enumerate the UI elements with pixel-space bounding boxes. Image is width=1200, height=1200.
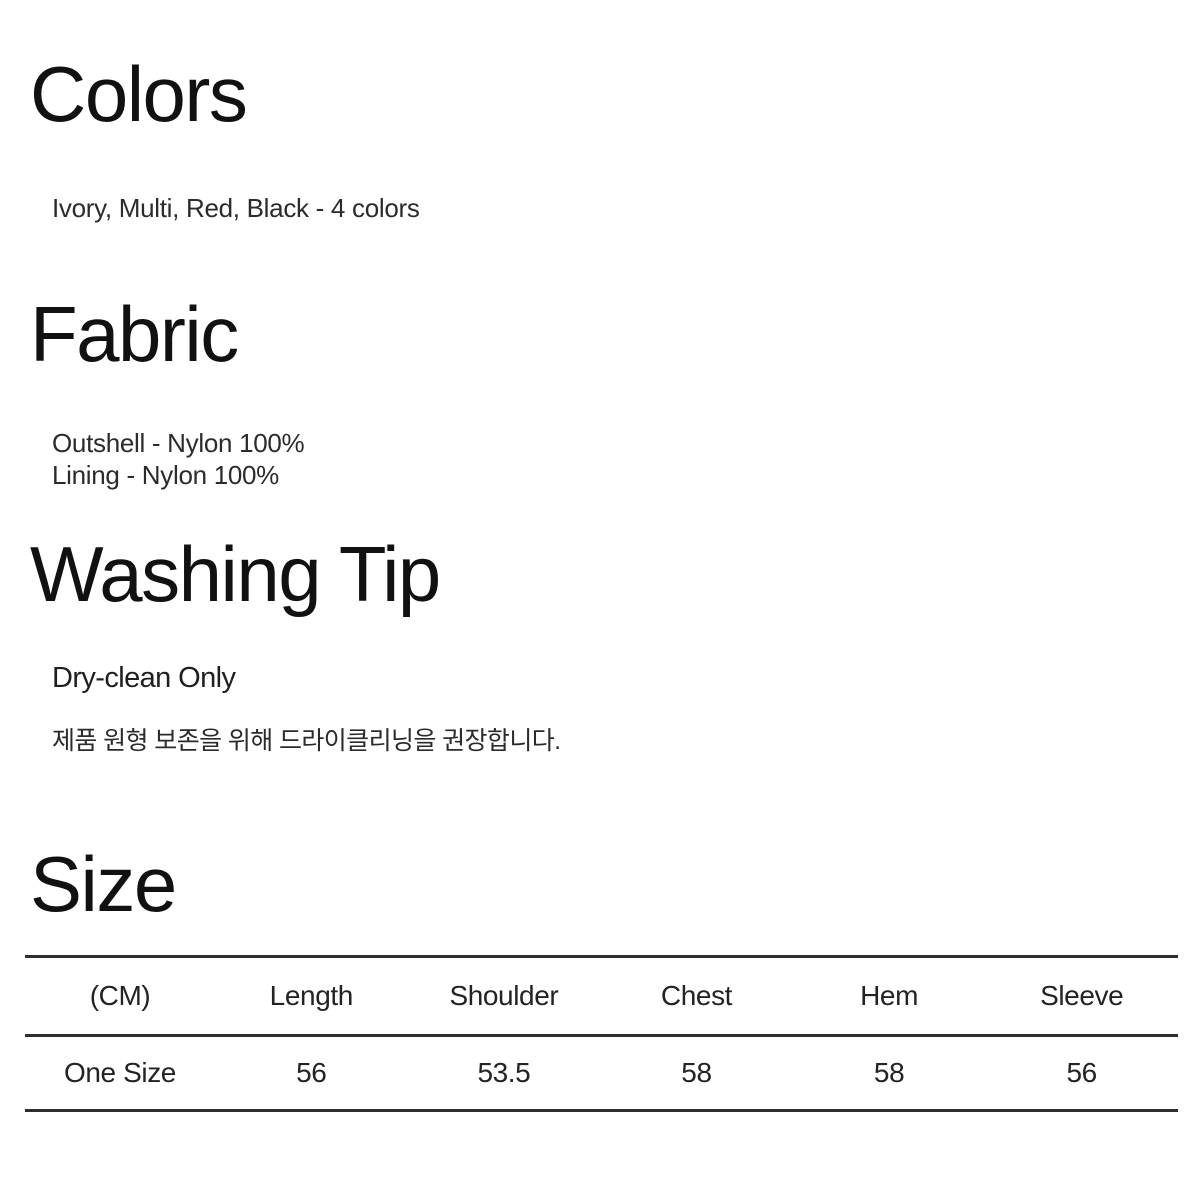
washing-instruction-text-korean: 제품 원형 보존을 위해 드라이클리닝을 권장합니다.	[52, 727, 561, 755]
size-table-container: (CM) Length Shoulder Chest Hem Sleeve On…	[25, 955, 1178, 1112]
column-header-unit: (CM)	[25, 955, 215, 1037]
cell-chest-value: 58	[600, 1035, 793, 1112]
column-header-sleeve: Sleeve	[985, 955, 1178, 1037]
fabric-lining-text: Lining - Nylon 100%	[52, 460, 279, 490]
cell-size-label: One Size	[25, 1035, 215, 1112]
column-header-hem: Hem	[792, 955, 986, 1037]
column-header-chest: Chest	[600, 955, 793, 1037]
table-row: One Size 56 53.5 58 58 56	[25, 1035, 1178, 1112]
product-detail-page: Colors Ivory, Multi, Red, Black - 4 colo…	[0, 0, 1200, 1200]
table-header-row: (CM) Length Shoulder Chest Hem Sleeve	[25, 955, 1178, 1037]
washing-instruction-text: Dry-clean Only	[52, 662, 236, 694]
cell-sleeve-value: 56	[985, 1035, 1178, 1112]
section-heading-colors: Colors	[30, 50, 248, 138]
section-heading-washing-tip: Washing Tip	[30, 530, 441, 618]
colors-value: Ivory, Multi, Red, Black - 4 colors	[52, 193, 420, 223]
cell-shoulder-value: 53.5	[407, 1035, 601, 1112]
fabric-outshell-text: Outshell - Nylon 100%	[52, 428, 305, 458]
size-table: (CM) Length Shoulder Chest Hem Sleeve On…	[25, 955, 1178, 1112]
column-header-shoulder: Shoulder	[407, 955, 601, 1037]
section-heading-size: Size	[30, 840, 177, 928]
cell-hem-value: 58	[792, 1035, 986, 1112]
size-table-body: One Size 56 53.5 58 58 56	[25, 1035, 1178, 1112]
column-header-length: Length	[215, 955, 408, 1037]
section-heading-fabric: Fabric	[30, 290, 239, 378]
size-table-header: (CM) Length Shoulder Chest Hem Sleeve	[25, 955, 1178, 1037]
cell-length-value: 56	[215, 1035, 408, 1112]
